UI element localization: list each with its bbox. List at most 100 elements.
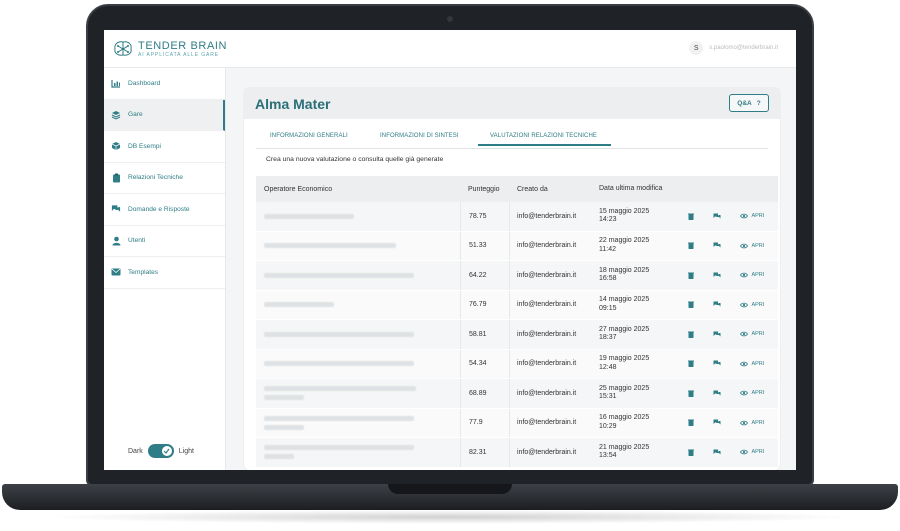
chart-icon: [111, 78, 121, 88]
date-value: 25 maggio 2025: [599, 384, 650, 392]
open-button[interactable]: APRI: [740, 331, 764, 337]
chat-icon[interactable]: [713, 360, 721, 367]
open-button[interactable]: APRI: [740, 213, 764, 219]
open-label: APRI: [751, 331, 765, 338]
sidebar-item-templates[interactable]: Templates: [104, 257, 225, 289]
open-label: APRI: [751, 242, 765, 249]
table-row[interactable]: 76.79 info@tenderbrain.it 14 maggio 2025 09…: [256, 290, 778, 320]
chat-icon[interactable]: [713, 419, 721, 426]
delete-icon[interactable]: [687, 419, 694, 427]
cube-icon: [111, 141, 121, 151]
sidebar-item-gare[interactable]: Gare: [104, 99, 225, 131]
chat-icon[interactable]: [713, 213, 721, 220]
layers-icon: [111, 110, 121, 120]
open-label: APRI: [751, 272, 765, 279]
table-row[interactable]: 82.31 info@tenderbrain.it 21 maggio 2025 13…: [256, 438, 778, 468]
delete-icon[interactable]: [687, 449, 694, 456]
chat-icon[interactable]: [713, 390, 721, 397]
avatar[interactable]: S: [689, 41, 704, 55]
sidebar-item-label: Domande e Risposte: [128, 205, 190, 213]
delete-icon[interactable]: [687, 331, 694, 338]
brand-tagline: AI APPLICATA ALLE GARE: [138, 51, 220, 58]
date-cell: 25 maggio 2025 15:31: [592, 385, 678, 402]
score-cell: 51.33: [460, 231, 510, 260]
date-cell: 15 maggio 2025 14:23: [592, 208, 678, 225]
eye-icon: [740, 213, 749, 219]
chat-icon[interactable]: [713, 272, 721, 279]
table-row[interactable]: 51.33 info@tenderbrain.it 22 maggio 2025 11…: [256, 231, 778, 261]
evaluations-table: Operatore Economico Punteggio Creato da …: [256, 176, 778, 468]
open-label: APRI: [751, 213, 765, 220]
sidebar-item-relazioni-tecniche[interactable]: Relazioni Tecniche: [104, 163, 225, 194]
open-button[interactable]: APRI: [740, 420, 764, 426]
table-body: 78.75 info@tenderbrain.it 15 maggio 2025 14…: [256, 202, 778, 468]
date-cell: 18 maggio 2025 16:58: [592, 267, 678, 284]
clipboard-icon: [111, 173, 121, 183]
operator-name-redacted: [256, 302, 460, 308]
creator-cell: info@tenderbrain.it: [517, 330, 577, 338]
tab-valutazioni-relazioni[interactable]: VALUTAZIONI RELAZIONI TECNICHE: [478, 133, 612, 146]
date-value: 27 maggio 2025: [599, 325, 650, 333]
open-button[interactable]: APRI: [740, 449, 764, 455]
sidebar-item-dashboard[interactable]: Dashboard: [104, 68, 225, 100]
table-row[interactable]: 58.81 info@tenderbrain.it 27 maggio 2025 18…: [256, 320, 778, 350]
operator-name-redacted: [256, 386, 460, 401]
delete-icon[interactable]: [687, 242, 694, 250]
laptop-notch: [388, 484, 512, 494]
header-operatore: Operatore Economico: [264, 185, 333, 193]
open-button[interactable]: APRI: [740, 390, 764, 396]
sidebar-item-db-esempi[interactable]: DB Esempi: [104, 131, 225, 163]
tab-informazioni-generali[interactable]: INFORMAZIONI GENERALI: [270, 133, 348, 139]
delete-icon[interactable]: [687, 213, 694, 220]
operator-name-redacted: [256, 272, 460, 278]
tab-informazioni-sintesi[interactable]: INFORMAZIONI DI SINTESI: [380, 133, 459, 139]
date-value: 21 maggio 2025: [599, 443, 650, 451]
open-button[interactable]: APRI: [740, 302, 764, 308]
eye-icon: [740, 272, 749, 278]
score-cell: 58.81: [460, 320, 510, 349]
sidebar-item-domande-risposte[interactable]: Domande e Risposte: [104, 194, 225, 226]
delete-icon[interactable]: [687, 272, 694, 279]
chat-icon[interactable]: [713, 301, 721, 308]
qa-label: Q&A: [737, 99, 752, 107]
top-bar: TENDER BRAIN AI APPLICATA ALLE GARE S s.…: [104, 30, 796, 68]
open-label: APRI: [751, 419, 765, 426]
table-row[interactable]: 77.9 info@tenderbrain.it 16 maggio 2025 10:…: [256, 408, 778, 438]
time-value: 15:31: [599, 393, 617, 401]
question-icon: ?: [756, 99, 761, 107]
delete-icon[interactable]: [687, 301, 694, 309]
creator-cell: info@tenderbrain.it: [517, 242, 577, 250]
logo[interactable]: TENDER BRAIN AI APPLICATA ALLE GARE: [112, 40, 227, 58]
time-value: 18:37: [599, 334, 617, 342]
tab-bar: INFORMAZIONI GENERALI INFORMAZIONI DI SI…: [256, 128, 768, 149]
table-row[interactable]: 54.34 info@tenderbrain.it 19 maggio 2025 12…: [256, 349, 778, 379]
chat-icon[interactable]: [713, 331, 721, 338]
user-menu[interactable]: S s.paolomo@tenderbrain.it: [689, 41, 778, 55]
row-actions: APRI: [678, 301, 778, 309]
time-value: 10:29: [599, 422, 617, 430]
open-label: APRI: [751, 301, 765, 308]
open-label: APRI: [751, 390, 765, 397]
sidebar-item-utenti[interactable]: Utenti: [104, 226, 225, 257]
date-cell: 22 maggio 2025 11:42: [592, 237, 678, 254]
open-button[interactable]: APRI: [740, 361, 764, 367]
score-cell: 68.89: [460, 379, 510, 408]
score-cell: 77.9: [460, 408, 510, 437]
open-button[interactable]: APRI: [740, 272, 764, 278]
sidebar-item-label: DB Esempi: [128, 142, 161, 150]
table-row[interactable]: 78.75 info@tenderbrain.it 15 maggio 2025 14…: [256, 202, 778, 232]
delete-icon[interactable]: [687, 360, 694, 368]
score-cell: 76.79: [460, 290, 510, 319]
chat-icon[interactable]: [713, 449, 721, 456]
chat-icon[interactable]: [713, 242, 721, 249]
theme-toggle[interactable]: [147, 444, 174, 458]
header-creato-da: Creato da: [517, 185, 548, 193]
table-row[interactable]: 68.89 info@tenderbrain.it 25 maggio 2025 15…: [256, 379, 778, 409]
delete-icon[interactable]: [687, 390, 694, 397]
open-button[interactable]: APRI: [740, 243, 764, 249]
app-screen: TENDER BRAIN AI APPLICATA ALLE GARE S s.…: [104, 30, 796, 470]
table-row[interactable]: 64.22 info@tenderbrain.it 18 maggio 2025 16…: [256, 261, 778, 291]
laptop-shadow: [40, 510, 860, 524]
qa-button[interactable]: Q&A?: [729, 94, 769, 112]
time-value: 13:54: [599, 452, 617, 460]
